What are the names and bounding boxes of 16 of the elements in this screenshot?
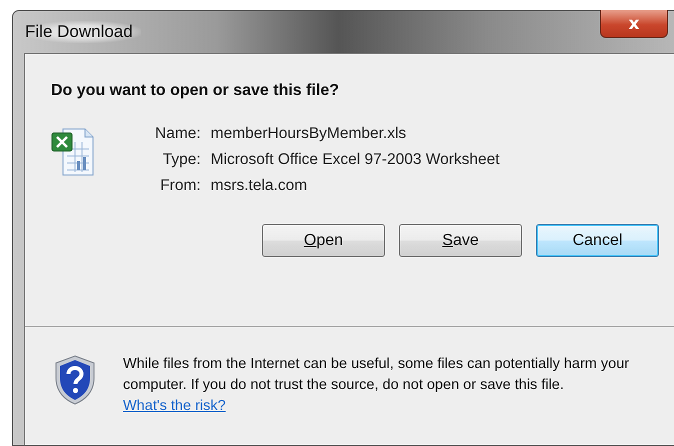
- spreadsheet-file-icon: [51, 127, 95, 177]
- field-value: msrs.tela.com: [210, 177, 308, 195]
- dialog-button[interactable]: Open: [262, 224, 385, 257]
- window-title: File Download: [25, 21, 141, 43]
- field-label: Type:: [162, 151, 201, 169]
- dialog-button[interactable]: Save: [399, 224, 522, 257]
- dialog-heading: Do you want to open or save this file?: [51, 82, 340, 100]
- close-button[interactable]: x: [600, 10, 668, 38]
- dialog-button[interactable]: Cancel: [536, 224, 659, 257]
- warning-message: While files from the Internet can be useful, some files can potentially harm your computer. If you do not trust the source, do not open or save this file. What's the risk?: [123, 355, 630, 416]
- field-value: memberHoursByMember.xls: [210, 125, 408, 143]
- field-label: Name:: [155, 125, 201, 143]
- field-value: Microsoft Office Excel 97-2003 Worksheet: [210, 151, 500, 169]
- security-shield-icon: [53, 354, 97, 406]
- risk-link[interactable]: What's the risk?: [123, 398, 226, 414]
- field-label: From:: [159, 177, 201, 195]
